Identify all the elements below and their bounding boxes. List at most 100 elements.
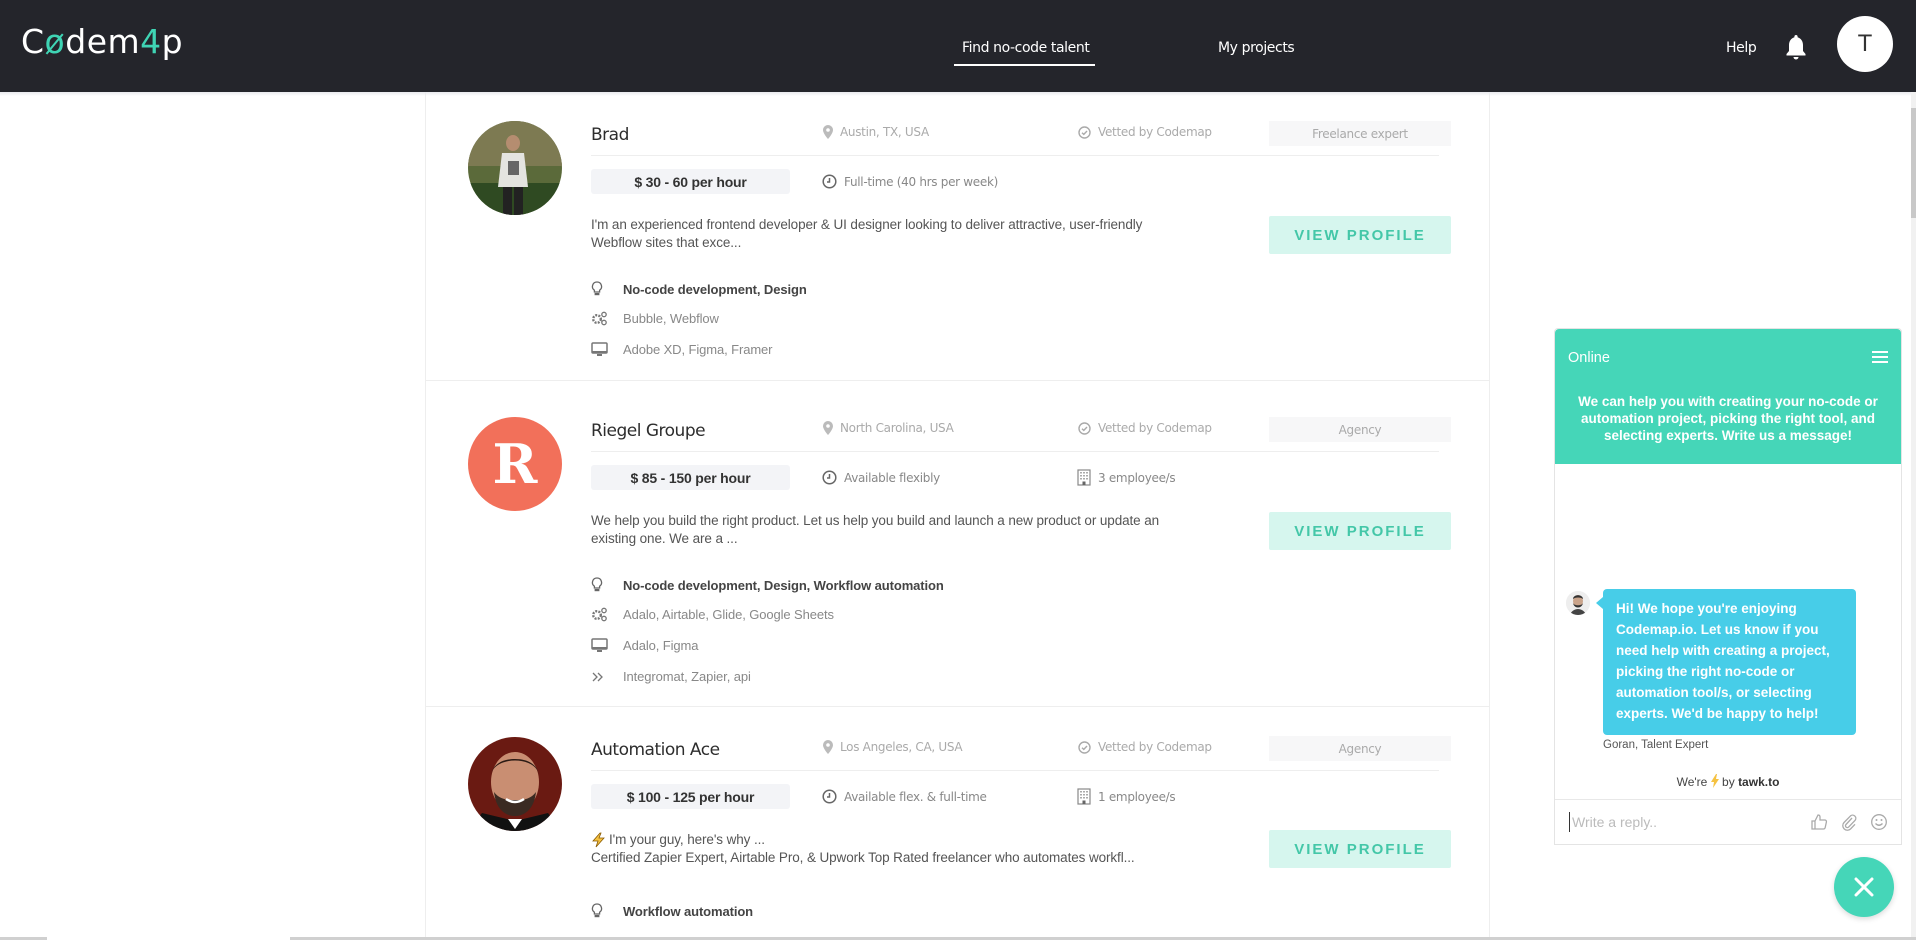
divider <box>591 451 1439 452</box>
skill-row: Adobe XD, Figma, Framer <box>591 342 773 357</box>
lightbulb-icon <box>591 903 623 919</box>
vetted-badge: Vetted by Codemap <box>1078 125 1212 139</box>
talent-location: Austin, TX, USA <box>823 125 929 139</box>
skill-text: Workflow automation <box>623 903 754 919</box>
help-link[interactable]: Help <box>1726 40 1757 56</box>
chat-intro-text: We can help you with creating your no-co… <box>1578 394 1878 443</box>
double-chevron-icon <box>591 671 623 683</box>
codemap-logo[interactable]: Cødem4p <box>21 22 183 61</box>
avatar-initial: R <box>492 432 538 496</box>
monitor-icon <box>591 638 623 653</box>
clock-icon <box>822 174 837 189</box>
description-line: We help you build the right product. Let… <box>591 513 1160 528</box>
check-circle-icon <box>1078 740 1091 754</box>
location-text: Los Angeles, CA, USA <box>840 740 963 754</box>
logo-text: dem <box>65 22 141 61</box>
powered-by[interactable]: We're by tawk.to <box>1555 774 1901 789</box>
chat-message-bubble: Hi! We hope you're enjoying Codemap.io. … <box>1596 589 1856 735</box>
powered-prefix: We're <box>1676 775 1708 789</box>
description-line: existing one. We are a ... <box>591 531 738 546</box>
avatar-photo <box>468 737 562 831</box>
scrollbar-thumb[interactable] <box>1911 108 1916 218</box>
chat-header: Online We can help you with creating you… <box>1555 329 1901 464</box>
skill-row: No-code development, Design, Workflow au… <box>591 577 944 593</box>
talent-location: Los Angeles, CA, USA <box>823 740 963 754</box>
hourly-rate: $ 100 - 125 per hour <box>591 784 790 809</box>
vetted-text: Vetted by Codemap <box>1098 740 1212 754</box>
employee-count-text: 3 employee/s <box>1098 470 1176 485</box>
header-shadow <box>0 92 1916 96</box>
lightning-icon <box>1710 774 1719 788</box>
check-circle-icon <box>1078 125 1091 139</box>
lightning-emoji-icon <box>592 832 605 848</box>
skill-row: Adalo, Figma <box>591 638 699 653</box>
talent-type-badge: Freelance expert <box>1269 121 1451 146</box>
hourly-rate: $ 30 - 60 per hour <box>591 169 790 194</box>
reply-area <box>1555 799 1901 844</box>
paperclip-icon[interactable] <box>1839 812 1859 832</box>
talent-type-badge: Agency <box>1269 736 1451 761</box>
agent-signature: Goran, Talent Expert <box>1603 739 1709 751</box>
emoji-icon[interactable] <box>1869 812 1889 832</box>
skill-text: Integromat, Zapier, api <box>623 669 751 684</box>
view-profile-button[interactable]: VIEW PROFILE <box>1269 830 1451 868</box>
talent-name[interactable]: Brad <box>591 125 629 145</box>
talent-name[interactable]: Riegel Groupe <box>591 421 706 441</box>
chat-status: Online <box>1568 350 1610 366</box>
skill-row: No-code development, Design <box>591 281 807 297</box>
tawkto-brand: tawk.to <box>1738 775 1780 789</box>
availability: Full-time (40 hrs per week) <box>822 174 998 189</box>
employee-count: 3 employee/s <box>1077 469 1176 486</box>
view-profile-button[interactable]: VIEW PROFILE <box>1269 216 1451 254</box>
monitor-icon <box>591 342 623 357</box>
availability-text: Available flex. & full-time <box>844 789 987 804</box>
divider <box>591 770 1439 771</box>
availability-text: Available flexibly <box>844 470 940 485</box>
skill-row: Bubble, Webflow <box>591 311 719 326</box>
talent-location: North Carolina, USA <box>823 421 954 435</box>
chat-widget: Online We can help you with creating you… <box>1554 328 1902 845</box>
location-pin-icon <box>823 125 833 139</box>
description-line: Certified Zapier Expert, Airtable Pro, &… <box>591 850 1135 865</box>
skill-text: Adobe XD, Figma, Framer <box>623 342 773 357</box>
divider <box>591 155 1439 156</box>
top-navbar: Cødem4p Find no-code talent My projects … <box>0 0 1916 92</box>
availability: Available flexibly <box>822 470 940 485</box>
skill-row: Adalo, Airtable, Glide, Google Sheets <box>591 607 834 622</box>
building-icon <box>1077 788 1091 805</box>
description-line: I'm your guy, here's why ... <box>591 831 1231 849</box>
check-circle-icon <box>1078 421 1091 435</box>
agent-avatar <box>1566 591 1590 615</box>
talent-card: R Riegel Groupe North Carolina, USA Vett… <box>426 381 1489 707</box>
gears-icon <box>591 607 623 622</box>
vertical-scrollbar[interactable] <box>1911 92 1916 940</box>
location-text: Austin, TX, USA <box>840 125 929 139</box>
location-pin-icon <box>823 740 833 754</box>
reply-input[interactable] <box>1569 812 1789 832</box>
hamburger-menu-icon[interactable] <box>1872 351 1888 365</box>
vetted-text: Vetted by Codemap <box>1098 125 1212 139</box>
user-avatar[interactable]: T <box>1837 16 1893 72</box>
availability: Available flex. & full-time <box>822 789 987 804</box>
vetted-badge: Vetted by Codemap <box>1078 740 1212 754</box>
logo-text: p <box>161 22 184 61</box>
nav-my-projects[interactable]: My projects <box>1218 40 1295 56</box>
nav-find-talent[interactable]: Find no-code talent <box>953 40 1096 66</box>
avatar-photo <box>468 121 562 215</box>
talent-description: We help you build the right product. Let… <box>591 512 1211 548</box>
thumbs-up-icon[interactable] <box>1809 812 1829 832</box>
availability-text: Full-time (40 hrs per week) <box>844 174 999 189</box>
description-line: Webflow sites that exce... <box>591 235 742 250</box>
talent-name[interactable]: Automation Ace <box>591 740 720 760</box>
talent-card: Brad Austin, TX, USA Vetted by Codemap F… <box>426 92 1489 381</box>
avatar-letter: R <box>468 417 562 511</box>
vetted-text: Vetted by Codemap <box>1098 421 1212 435</box>
chat-close-button[interactable] <box>1834 857 1894 917</box>
gears-icon <box>591 311 623 326</box>
skill-text: Adalo, Figma <box>623 638 699 653</box>
close-icon <box>1854 877 1874 897</box>
skill-row: Integromat, Zapier, api <box>591 669 751 684</box>
view-profile-button[interactable]: VIEW PROFILE <box>1269 512 1451 550</box>
powered-by-text: by <box>1722 775 1735 789</box>
bell-icon[interactable] <box>1784 33 1808 61</box>
